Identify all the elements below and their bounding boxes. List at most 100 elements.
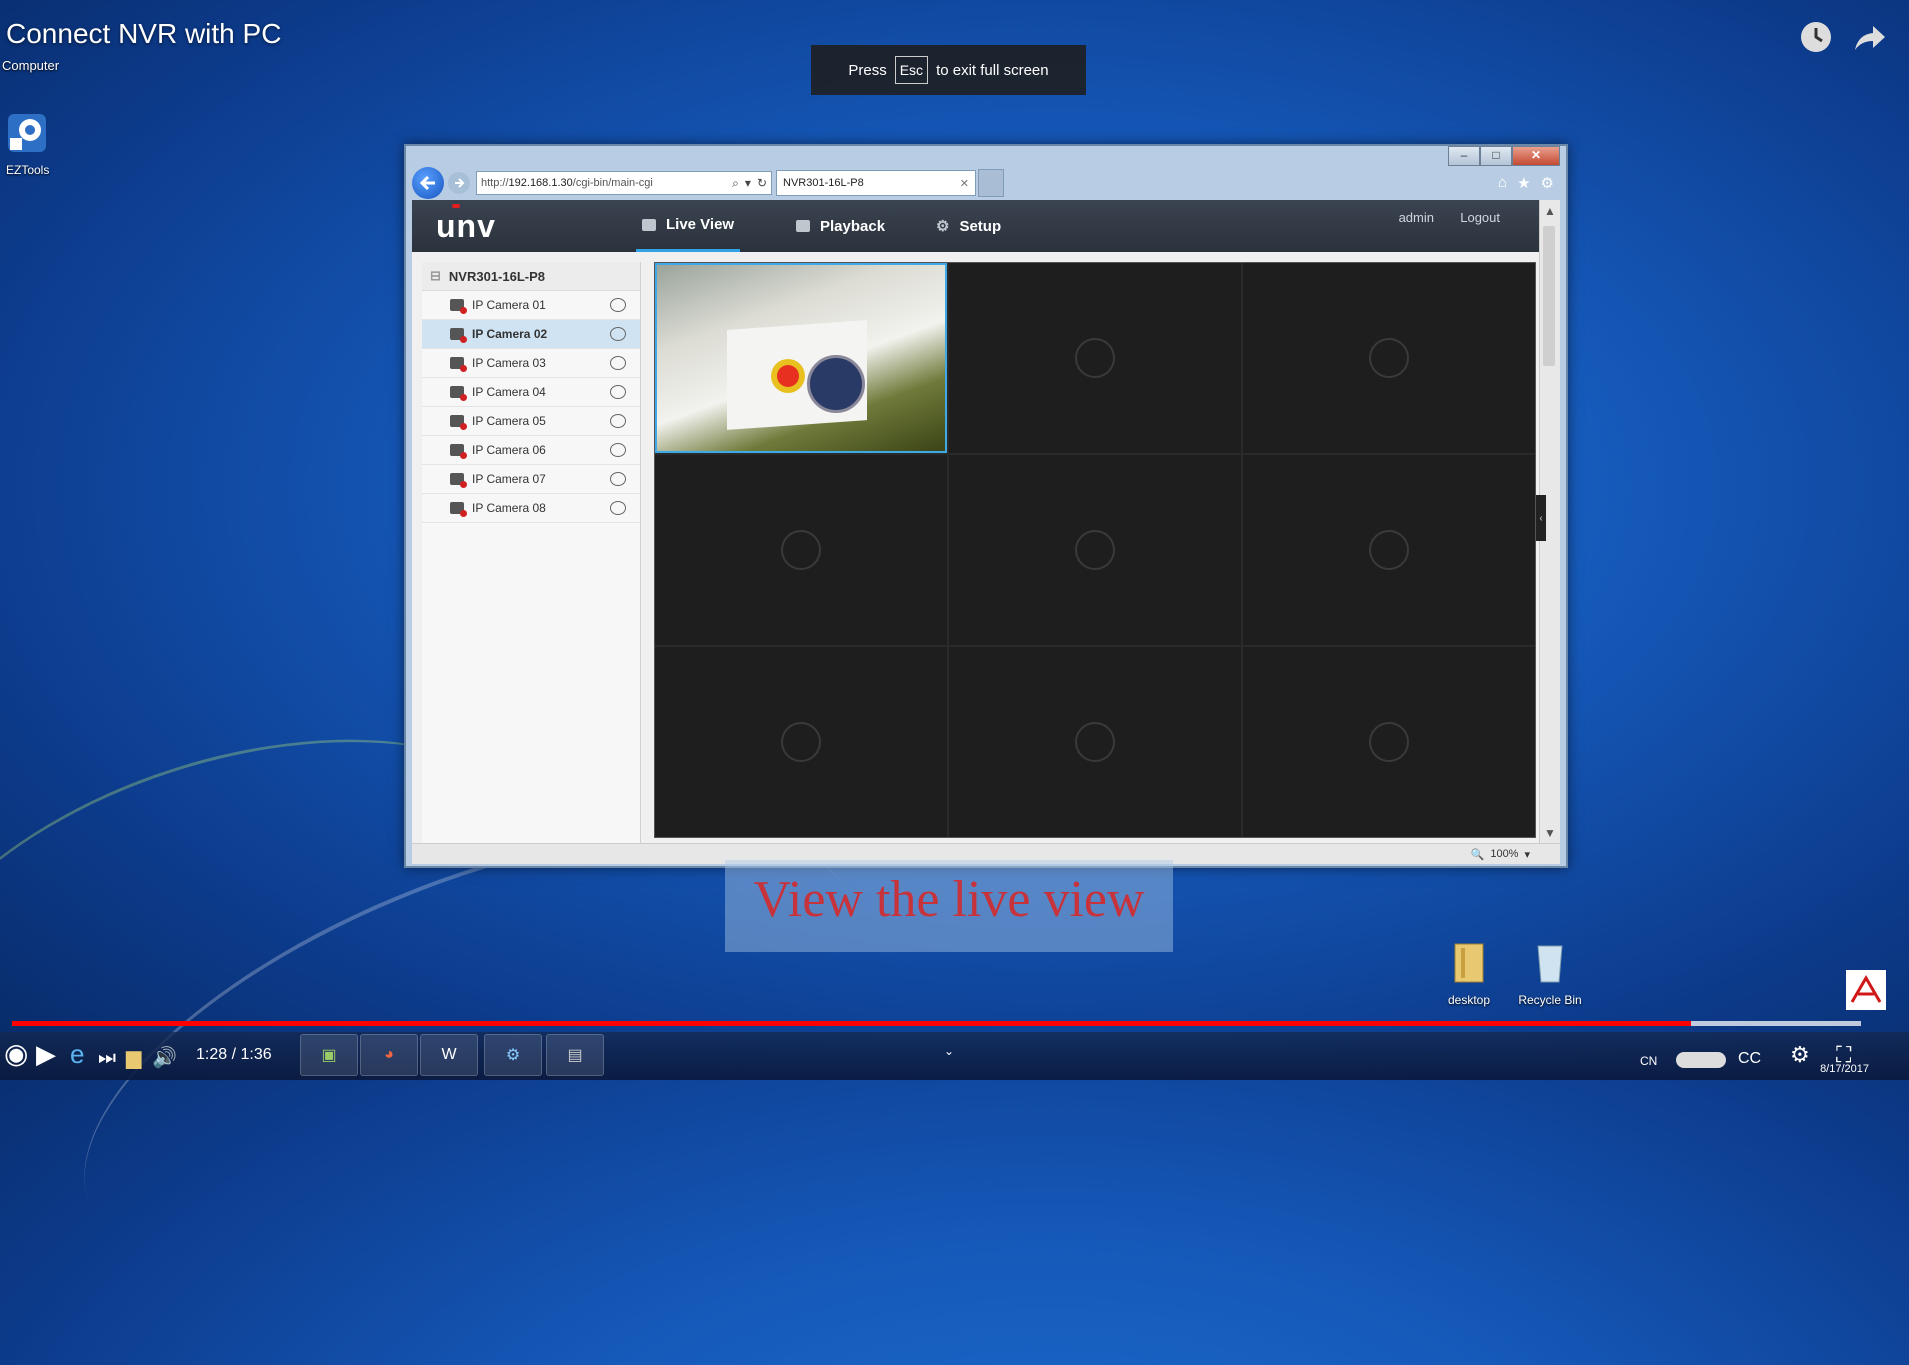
browser-nav-bar: http://192.168.1.30/cgi-bin/main-cgi ⌕ ▾… — [412, 166, 1560, 200]
tab-live-view[interactable]: Live View — [636, 200, 741, 252]
unv-logo: unv — [436, 208, 496, 244]
player-settings-gear-icon[interactable]: ⚙ — [1790, 1042, 1810, 1068]
collapse-panel-handle[interactable]: ‹ — [1536, 495, 1546, 541]
camera-item[interactable]: IP Camera 08 — [422, 494, 640, 523]
logout-link[interactable]: Logout — [1460, 210, 1500, 225]
record-icon[interactable] — [610, 327, 626, 341]
new-tab-button[interactable] — [978, 169, 1004, 197]
settings-gear-icon[interactable]: ⚙ — [1541, 174, 1554, 192]
back-button[interactable] — [412, 167, 444, 199]
camera-offline-icon — [450, 357, 467, 372]
video-progress-bar[interactable] — [12, 1021, 1861, 1026]
camera-item[interactable]: IP Camera 02 — [422, 320, 640, 349]
close-window-button[interactable]: ✕ — [1512, 146, 1560, 166]
record-icon[interactable] — [610, 356, 626, 370]
video-tile-empty[interactable] — [949, 455, 1241, 645]
time-display: 1:28 / 1:36 — [196, 1046, 272, 1063]
tab-setup[interactable]: ⚙ Setup — [936, 200, 1001, 252]
taskbar-app-button[interactable]: W — [420, 1034, 478, 1076]
tab-close-icon[interactable]: ✕ — [960, 177, 969, 190]
video-tile-empty[interactable] — [949, 263, 1241, 453]
chevron-down-icon[interactable]: ⌄ — [944, 1044, 954, 1058]
maximize-button[interactable]: □ — [1480, 146, 1512, 166]
word-app-icon: W — [441, 1046, 457, 1063]
camera-item[interactable]: IP Camera 04 — [422, 378, 640, 407]
record-icon[interactable] — [610, 443, 626, 457]
device-name: NVR301-16L-P8 — [448, 268, 546, 284]
record-icon[interactable] — [610, 501, 626, 515]
volume-icon[interactable]: 🔊 — [152, 1045, 177, 1070]
camera-item[interactable]: IP Camera 07 — [422, 465, 640, 494]
tab-nvr[interactable]: NVR301-16L-P8 ✕ — [776, 170, 976, 196]
start-orb-icon[interactable]: ◉ — [4, 1037, 28, 1070]
video-tile-empty[interactable] — [655, 647, 947, 837]
watch-later-clock-icon[interactable] — [1799, 20, 1833, 54]
tab-playback[interactable]: Playback — [796, 200, 885, 252]
zoom-dropdown-icon[interactable]: ▾ — [1524, 848, 1530, 861]
favorites-star-icon[interactable]: ★ — [1517, 174, 1530, 192]
camera-offline-icon — [450, 328, 467, 343]
tab-live-view-label: Live View — [666, 216, 735, 233]
language-indicator-icon[interactable]: CN — [1640, 1054, 1657, 1068]
camera-item[interactable]: IP Camera 06 — [422, 436, 640, 465]
record-icon[interactable] — [610, 385, 626, 399]
taskbar-app-button[interactable]: ⚙ — [484, 1034, 542, 1076]
live-scene — [777, 365, 799, 387]
camera-label: IP Camera 08 — [472, 501, 546, 515]
subtitles-icon[interactable]: CC — [1738, 1050, 1761, 1068]
ie-browser-icon[interactable]: e — [70, 1039, 84, 1070]
address-bar[interactable]: http://192.168.1.30/cgi-bin/main-cgi ⌕ ▾… — [476, 171, 772, 195]
chart-app-icon: ◕ — [384, 1046, 394, 1063]
computer-desktop-label[interactable]: Computer — [2, 58, 59, 73]
monitor-icon — [642, 218, 656, 231]
explorer-folder-icon[interactable]: ▆ — [126, 1045, 141, 1070]
collapse-icon[interactable]: ⊟ — [430, 268, 441, 284]
video-tile-empty[interactable] — [1243, 647, 1535, 837]
taskbar-app-button[interactable]: ▤ — [546, 1034, 604, 1076]
record-icon[interactable] — [610, 414, 626, 428]
record-icon[interactable] — [610, 298, 626, 312]
video-tile-live[interactable] — [655, 263, 947, 453]
network-app-icon: ▤ — [567, 1047, 583, 1064]
taskbar-app-button[interactable]: ◕ — [360, 1034, 418, 1076]
play-icon[interactable]: ▶ — [36, 1039, 56, 1070]
next-track-icon[interactable]: ⏭ — [98, 1047, 116, 1070]
progress-played — [12, 1021, 1691, 1026]
eztools-gear-icon[interactable] — [6, 112, 48, 154]
camera-item[interactable]: IP Camera 03 — [422, 349, 640, 378]
video-tile-empty[interactable] — [1243, 263, 1535, 453]
scroll-down-icon[interactable]: ▼ — [1544, 826, 1556, 840]
taskbar-app-button[interactable]: ▣ — [300, 1034, 358, 1076]
eztools-label[interactable]: EZTools — [6, 163, 49, 177]
acrobat-icon[interactable] — [1846, 970, 1886, 1010]
browser-tools: ⌂ ★ ⚙ — [1498, 174, 1560, 192]
video-title[interactable]: Connect NVR with PC — [6, 18, 281, 50]
camera-offline-icon — [450, 444, 467, 459]
camera-item[interactable]: IP Camera 05 — [422, 407, 640, 436]
camera-label: IP Camera 06 — [472, 443, 546, 457]
address-prefix: http:// — [481, 177, 509, 189]
progress-buffered — [1690, 1021, 1861, 1026]
minimize-button[interactable]: – — [1448, 146, 1480, 166]
record-icon[interactable] — [610, 472, 626, 486]
recycle-bin-icon[interactable]: Recycle Bin — [1510, 940, 1590, 1007]
scroll-thumb[interactable] — [1543, 226, 1555, 366]
dropdown-arrow-icon[interactable]: ▾ — [745, 176, 751, 191]
desktop-folder-icon[interactable]: desktop — [1434, 940, 1504, 1007]
app-header: unv Live View Playback ⚙ Setup admin Log… — [412, 200, 1540, 252]
camera-placeholder-icon — [1075, 530, 1115, 570]
autoplay-toggle[interactable] — [1676, 1052, 1726, 1068]
camera-item[interactable]: IP Camera 01 — [422, 291, 640, 320]
refresh-icon[interactable]: ↻ — [757, 176, 767, 191]
forward-button[interactable] — [448, 172, 470, 194]
device-node[interactable]: ⊟ NVR301-16L-P8 — [422, 262, 640, 291]
zoom-level[interactable]: 100% — [1490, 848, 1518, 860]
banner-suffix-text: to exit full screen — [936, 61, 1049, 79]
video-tile-empty[interactable] — [1243, 455, 1535, 645]
share-arrow-icon[interactable] — [1853, 20, 1887, 54]
home-icon[interactable]: ⌂ — [1498, 174, 1507, 192]
search-icon[interactable]: ⌕ — [732, 176, 739, 191]
video-tile-empty[interactable] — [655, 455, 947, 645]
scroll-up-icon[interactable]: ▲ — [1544, 204, 1556, 218]
video-tile-empty[interactable] — [949, 647, 1241, 837]
